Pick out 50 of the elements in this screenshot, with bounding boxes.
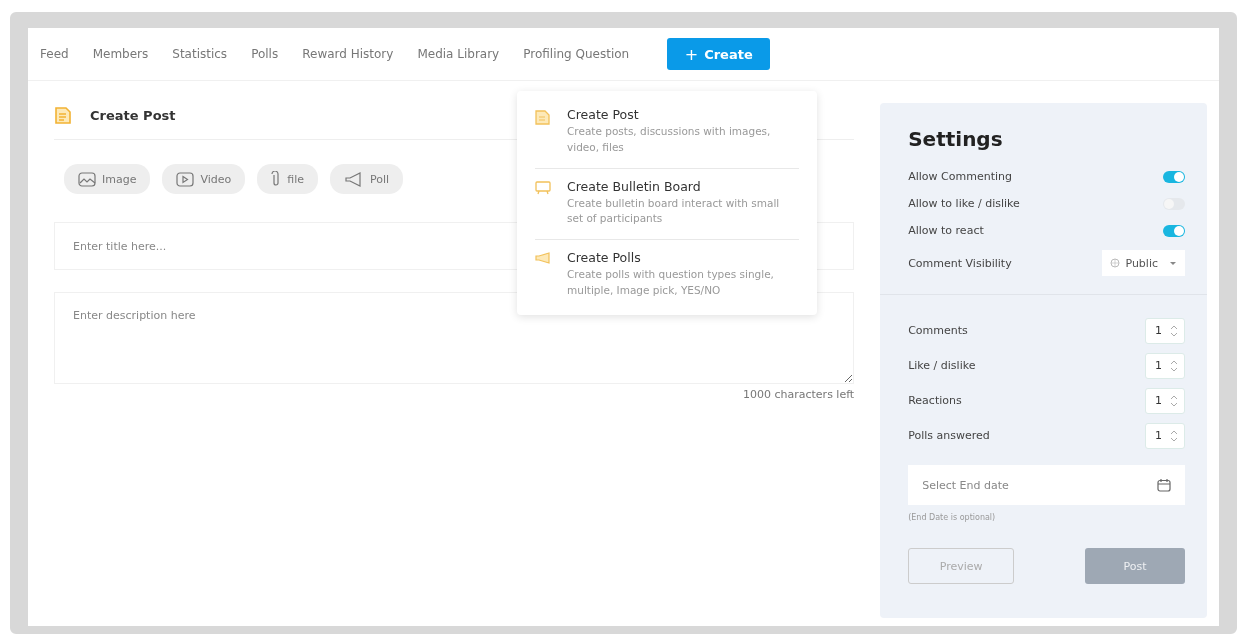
- visibility-select[interactable]: Public: [1102, 250, 1185, 276]
- menu-item-title[interactable]: Create Bulletin Board: [567, 178, 782, 194]
- menu-item-title[interactable]: Create Post: [567, 107, 782, 122]
- globe-icon: [1110, 258, 1121, 268]
- attachment-button[interactable]: Poll: [330, 164, 404, 194]
- editor-title: Create Post: [90, 107, 176, 123]
- toggle-label: Allow to react: [908, 224, 984, 237]
- stepper-icon[interactable]: [1170, 429, 1178, 442]
- settings-title: Settings: [908, 127, 1004, 151]
- toggle-label: Allow to like / dislike: [908, 197, 1020, 210]
- character-counter: 1000 characters left: [742, 388, 855, 401]
- document-icon: [54, 105, 72, 125]
- end-date-hint: (End Date is optional): [908, 513, 997, 522]
- limit-label: Reactions: [908, 394, 962, 407]
- toggle-switch[interactable]: [1163, 170, 1185, 183]
- limit-label: Comments: [908, 324, 968, 337]
- nav-tab[interactable]: Polls: [251, 47, 279, 61]
- nav-tab[interactable]: Statistics: [172, 47, 228, 61]
- stepper-icon[interactable]: [1170, 394, 1178, 407]
- paperclip-icon: [271, 171, 282, 187]
- create-button[interactable]: + Create: [667, 38, 771, 70]
- menu-item-title[interactable]: Create Polls: [567, 250, 782, 265]
- caret-icon: [1169, 260, 1177, 266]
- attachment-button[interactable]: file: [257, 164, 319, 194]
- number-field[interactable]: 1: [1145, 387, 1185, 414]
- nav-tab[interactable]: Media Library: [417, 47, 500, 61]
- number-field[interactable]: 1: [1145, 352, 1185, 379]
- number-field[interactable]: 1: [1145, 422, 1185, 449]
- nav-tab[interactable]: Members: [92, 47, 149, 61]
- board-icon: [535, 180, 551, 195]
- calendar-icon[interactable]: [1157, 478, 1171, 492]
- attachment-button[interactable]: Video: [162, 164, 246, 194]
- end-date-field[interactable]: Select End date: [908, 465, 1185, 505]
- number-field[interactable]: 1: [1145, 317, 1185, 344]
- nav-tab[interactable]: Profiling Question: [523, 47, 630, 61]
- document-icon: [535, 109, 551, 125]
- megaphone-icon: [535, 252, 551, 264]
- toggle-label: Allow Commenting: [908, 170, 1012, 183]
- attachment-button[interactable]: Image: [64, 164, 151, 194]
- stepper-icon[interactable]: [1170, 359, 1178, 372]
- image-icon: [78, 171, 96, 187]
- limit-label: Polls answered: [908, 429, 990, 442]
- visibility-label: Comment Visibility: [908, 256, 1012, 270]
- limit-label: Like / dislike: [908, 359, 976, 372]
- stepper-icon[interactable]: [1170, 324, 1178, 337]
- nav-tab[interactable]: Reward History: [302, 47, 394, 61]
- menu-item-description: Create posts, discussions with images, video, files: [567, 124, 772, 155]
- video-icon: [176, 171, 195, 187]
- nav-tab[interactable]: Feed: [40, 47, 69, 61]
- toggle-switch[interactable]: [1163, 224, 1185, 237]
